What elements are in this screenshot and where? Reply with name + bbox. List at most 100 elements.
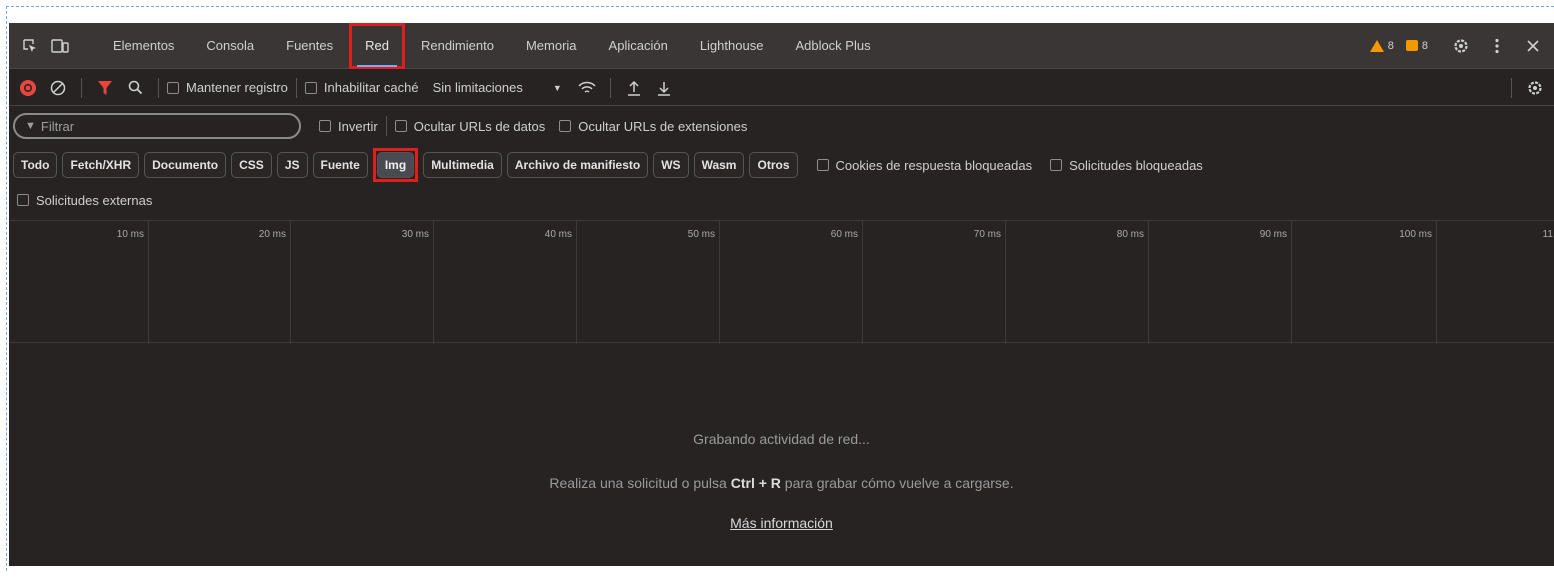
tick-label: 10 ms: [116, 229, 144, 240]
reload-hint-before: Realiza una solicitud o pulsa: [549, 475, 731, 491]
hide-data-urls-checkbox[interactable]: Ocultar URLs de datos: [394, 119, 545, 134]
disable-cache-label: Inhabilitar caché: [323, 80, 419, 95]
tab-aplicacion[interactable]: Aplicación: [593, 23, 684, 69]
filter-bar: ▼ Filtrar Invertir Ocultar URLs de datos…: [9, 107, 1554, 145]
chevron-down-icon: ▼: [552, 82, 562, 93]
filter-placeholder: Filtrar: [40, 118, 75, 134]
throttling-select[interactable]: Sin limitaciones ▼: [433, 80, 562, 95]
hide-extension-urls-label: Ocultar URLs de extensiones: [578, 118, 748, 134]
reload-shortcut: Ctrl + R: [730, 475, 781, 491]
checkbox-box[interactable]: [319, 120, 331, 132]
tick-label: 11: [1542, 229, 1553, 240]
tab-consola[interactable]: Consola: [190, 23, 270, 69]
hide-extension-urls-checkbox[interactable]: Ocultar URLs de extensiones: [559, 119, 747, 134]
search-icon[interactable]: [120, 73, 150, 103]
tick-label: 100 ms: [1399, 229, 1432, 240]
more-options-icon[interactable]: [1482, 31, 1512, 61]
type-filter-css[interactable]: CSS: [231, 152, 272, 178]
warnings-counter[interactable]: 8: [1369, 39, 1394, 52]
type-filter-otros[interactable]: Otros: [749, 152, 798, 178]
external-requests-checkbox[interactable]: Solicitudes externas: [17, 193, 152, 208]
more-info-link[interactable]: Más información: [730, 515, 833, 531]
tick-label: 80 ms: [1116, 229, 1144, 240]
tab-lighthouse[interactable]: Lighthouse: [684, 23, 780, 69]
timeline-tick: 40 ms: [434, 221, 577, 344]
filter-input[interactable]: ▼ Filtrar: [13, 113, 301, 139]
reload-hint-after: para grabar cómo vuelve a cargarse.: [780, 475, 1014, 491]
checkbox-box[interactable]: [1050, 159, 1063, 171]
import-har-icon[interactable]: [619, 73, 649, 103]
close-icon[interactable]: [1518, 31, 1548, 61]
invert-label: Invertir: [338, 118, 378, 134]
inspect-element-icon[interactable]: [15, 31, 45, 61]
timeline-tick: 100 ms: [1292, 221, 1437, 344]
devtools-panel: Elementos Consola Fuentes Red Rendimient…: [9, 23, 1554, 566]
tab-memoria[interactable]: Memoria: [510, 23, 593, 69]
tab-elementos[interactable]: Elementos: [97, 23, 190, 69]
timeline-tick: 20 ms: [149, 221, 291, 344]
img-filter-highlight: Img: [372, 148, 419, 182]
tick-label: 70 ms: [973, 229, 1001, 240]
checkbox-box[interactable]: [394, 120, 407, 132]
type-filter-fetch-xhr[interactable]: Fetch/XHR: [62, 152, 140, 178]
divider: [295, 77, 297, 98]
reload-hint: Realiza una solicitud o pulsa Ctrl + R p…: [9, 475, 1554, 491]
checkbox-box[interactable]: [304, 81, 317, 94]
throttling-value: Sin limitaciones: [432, 80, 523, 95]
divider: [609, 77, 611, 98]
type-filter-fuente[interactable]: Fuente: [312, 152, 368, 178]
tab-fuentes[interactable]: Fuentes: [270, 23, 349, 69]
type-filter-manifest[interactable]: Archivo de manifiesto: [506, 152, 649, 178]
divider: [81, 77, 82, 98]
tick-label: 20 ms: [258, 229, 286, 240]
tab-rendimiento[interactable]: Rendimiento: [405, 23, 510, 69]
disable-cache-checkbox[interactable]: Inhabilitar caché: [304, 80, 419, 95]
type-filter-todo[interactable]: Todo: [13, 152, 58, 178]
clear-icon[interactable]: [43, 73, 73, 103]
record-icon[interactable]: [13, 73, 43, 103]
tick-label: 30 ms: [401, 229, 429, 240]
warnings-count: 8: [1387, 39, 1394, 52]
checkbox-box[interactable]: [559, 120, 572, 132]
type-filter-multimedia[interactable]: Multimedia: [423, 152, 502, 178]
type-filter-wasm[interactable]: Wasm: [693, 152, 745, 178]
export-har-icon[interactable]: [649, 73, 679, 103]
timeline-overview[interactable]: 10 ms 20 ms 30 ms 40 ms 50 ms 60 ms 70 m…: [9, 220, 1554, 344]
checkbox-box[interactable]: [17, 194, 29, 206]
tab-adblock-plus[interactable]: Adblock Plus: [779, 23, 886, 69]
divider: [385, 116, 387, 136]
timeline-tick: 60 ms: [720, 221, 863, 344]
filter-funnel-icon: ▼: [25, 120, 36, 132]
preserve-log-checkbox[interactable]: Mantener registro: [167, 80, 288, 95]
filter-funnel-icon[interactable]: [90, 73, 120, 103]
blocked-requests-label: Solicitudes bloqueadas: [1069, 157, 1203, 173]
tab-red[interactable]: Red: [349, 23, 405, 69]
external-requests-label: Solicitudes externas: [36, 192, 153, 208]
divider: [158, 77, 159, 98]
errors-counter[interactable]: 8: [1405, 40, 1428, 52]
timeline-tick: 30 ms: [291, 221, 434, 344]
warning-icon: [1369, 39, 1384, 52]
preserve-log-label: Mantener registro: [186, 80, 288, 95]
settings-gear-icon[interactable]: [1446, 31, 1476, 61]
type-filter-js[interactable]: JS: [276, 152, 308, 178]
checkbox-box[interactable]: [167, 81, 179, 94]
resource-type-filters: Todo Fetch/XHR Documento CSS JS Fuente I…: [9, 147, 1554, 183]
device-toolbar-icon[interactable]: [45, 31, 75, 61]
timeline-tick: 50 ms: [577, 221, 720, 344]
type-filter-documento[interactable]: Documento: [144, 152, 227, 178]
invert-checkbox[interactable]: Invertir: [319, 119, 378, 134]
devtools-tabbar: Elementos Consola Fuentes Red Rendimient…: [9, 23, 1554, 69]
divider: [1511, 77, 1512, 98]
network-settings-gear-icon[interactable]: [1520, 73, 1550, 103]
timeline-tick: 80 ms: [1006, 221, 1149, 344]
blocked-requests-checkbox[interactable]: Solicitudes bloqueadas: [1050, 158, 1203, 173]
external-requests-row: Solicitudes externas: [9, 188, 1554, 212]
type-filter-img[interactable]: Img: [376, 152, 415, 178]
recording-message: Grabando actividad de red...: [693, 431, 870, 447]
type-filter-ws[interactable]: WS: [653, 152, 689, 178]
checkbox-box[interactable]: [816, 159, 829, 171]
blocked-cookies-checkbox[interactable]: Cookies de respuesta bloqueadas: [816, 158, 1032, 173]
timeline-tick: 10 ms: [9, 221, 149, 344]
network-conditions-icon[interactable]: [572, 73, 602, 103]
